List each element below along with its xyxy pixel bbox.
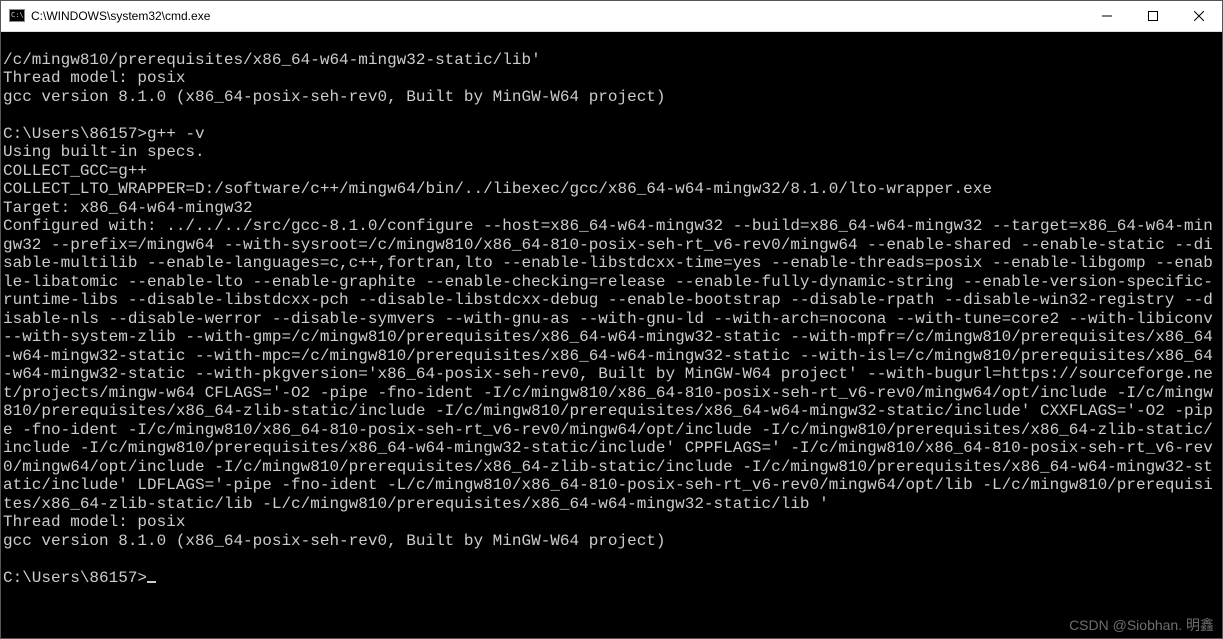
output-line: Thread model: posix xyxy=(3,69,185,87)
cmd-icon: C:\ xyxy=(9,8,25,24)
close-button[interactable] xyxy=(1176,1,1222,31)
prompt-line: C:\Users\86157> xyxy=(3,569,156,587)
titlebar[interactable]: C:\ C:\WINDOWS\system32\cmd.exe xyxy=(1,1,1222,32)
output-line: /c/mingw810/prerequisites/x86_64-w64-min… xyxy=(3,51,541,69)
command-text: g++ -v xyxy=(147,125,205,143)
svg-text:C:\: C:\ xyxy=(11,11,24,19)
output-line: Thread model: posix xyxy=(3,513,185,531)
output-line: COLLECT_LTO_WRAPPER=D:/software/c++/ming… xyxy=(3,180,992,198)
output-line: Target: x86_64-w64-mingw32 xyxy=(3,199,253,217)
cmd-window: C:\ C:\WINDOWS\system32\cmd.exe /c/mingw… xyxy=(0,0,1223,639)
prompt-path: C:\Users\86157 xyxy=(3,569,137,587)
maximize-button[interactable] xyxy=(1130,1,1176,31)
watermark: CSDN @Siobhan. 明鑫 xyxy=(1069,616,1214,635)
output-line: gcc version 8.1.0 (x86_64-posix-seh-rev0… xyxy=(3,88,666,106)
minimize-button[interactable] xyxy=(1084,1,1130,31)
terminal-output[interactable]: /c/mingw810/prerequisites/x86_64-w64-min… xyxy=(1,32,1222,638)
window-title: C:\WINDOWS\system32\cmd.exe xyxy=(31,9,210,23)
output-line: Using built-in specs. xyxy=(3,143,205,161)
output-line: COLLECT_GCC=g++ xyxy=(3,162,147,180)
prompt-path: C:\Users\86157 xyxy=(3,125,137,143)
output-line: Configured with: ../../../src/gcc-8.1.0/… xyxy=(3,217,1222,513)
prompt-line: C:\Users\86157>g++ -v xyxy=(3,125,205,143)
output-line: gcc version 8.1.0 (x86_64-posix-seh-rev0… xyxy=(3,532,666,550)
cursor xyxy=(147,581,156,583)
blank-line xyxy=(3,550,13,568)
blank-line xyxy=(3,106,13,124)
